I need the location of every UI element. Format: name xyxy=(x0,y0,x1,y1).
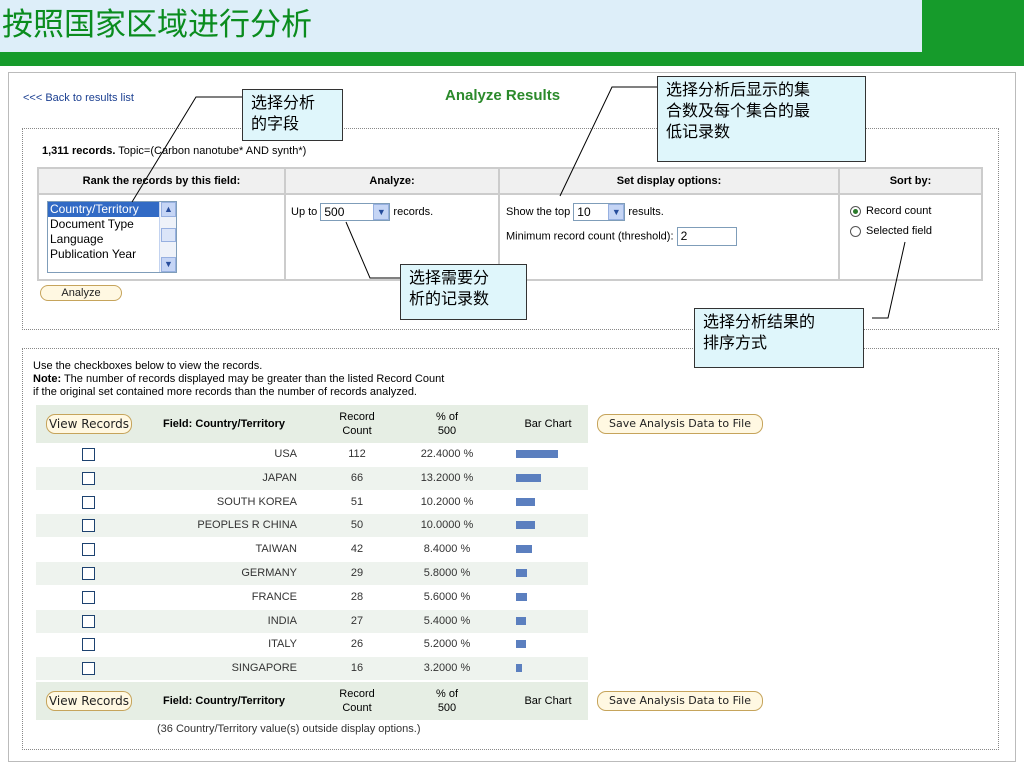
leader-line-field xyxy=(131,96,242,203)
leader-line-records xyxy=(345,221,400,279)
callout-sort-text: 选择分析结果的 排序方式 xyxy=(703,312,816,352)
callout-display: 选择分析后显示的集 合数及每个集合的最 低记录数 xyxy=(657,76,866,162)
callout-records-text: 选择需要分 析的记录数 xyxy=(409,268,490,308)
callout-leader-lines xyxy=(131,86,906,319)
leader-line-sort xyxy=(872,241,906,319)
callout-sort: 选择分析结果的 排序方式 xyxy=(694,308,864,368)
callout-display-text: 选择分析后显示的集 合数及每个集合的最 低记录数 xyxy=(666,80,811,141)
callout-records: 选择需要分 析的记录数 xyxy=(400,264,527,320)
callout-field-text: 选择分析 的字段 xyxy=(251,93,316,133)
callout-field: 选择分析 的字段 xyxy=(242,89,343,141)
leader-line-display xyxy=(559,86,657,197)
